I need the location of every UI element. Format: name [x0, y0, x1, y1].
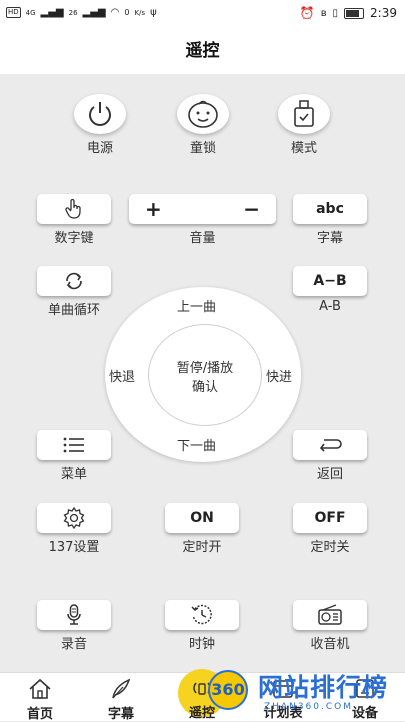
- menu-label: 菜单: [60, 467, 87, 482]
- menu-button[interactable]: [37, 430, 111, 460]
- previous-track-button[interactable]: 上一曲: [177, 296, 216, 315]
- settings-label: 137设置: [48, 540, 100, 555]
- volume-control: + −: [129, 194, 276, 224]
- subtitle-button[interactable]: abc: [293, 194, 367, 224]
- confirm-text: 确认: [191, 380, 218, 395]
- volume-label: 音量: [189, 231, 216, 246]
- timer-on-button[interactable]: ON: [165, 503, 239, 533]
- play-pause-text: 暂停/播放: [176, 361, 234, 376]
- repeat-icon: [66, 272, 82, 290]
- watermark-subtitle: ZHAN360.COM: [264, 702, 353, 712]
- back-label: 返回: [316, 467, 343, 482]
- usb-icon: ψ: [150, 7, 157, 18]
- navigation-wheel: 上一曲 下一曲 快退 快进 暂停/播放 确认: [105, 287, 301, 462]
- alarm-icon: ⏰: [299, 6, 315, 20]
- nav-subtitles-label: 字幕: [107, 707, 134, 722]
- bluetooth-icon: ʙ: [320, 7, 327, 19]
- digit-keys-label: 数字键: [54, 231, 94, 246]
- next-track-button[interactable]: 下一曲: [177, 435, 216, 454]
- fast-forward-button[interactable]: 快进: [266, 366, 292, 385]
- nav-subtitles[interactable]: 字幕: [86, 673, 156, 722]
- page-title: 遥控: [0, 28, 405, 74]
- speed-unit: K/s: [134, 8, 146, 17]
- watermark-badge: 360: [208, 670, 248, 710]
- ab-repeat-button[interactable]: A−B: [293, 266, 367, 296]
- timer-on-label: 定时开: [182, 540, 222, 555]
- clock-icon: [191, 604, 212, 625]
- feather-icon: [112, 678, 131, 699]
- nav-home-label: 首页: [26, 707, 53, 722]
- back-button[interactable]: [293, 430, 367, 460]
- record-button[interactable]: [37, 600, 111, 630]
- status-left: HD 4G ▂▄▆ 26 ▂▄▆ ◠ 0 K/s ψ: [6, 7, 157, 18]
- watermark: 360 网站排行榜 ZHAN360.COM: [208, 664, 405, 720]
- power-label: 电源: [86, 141, 113, 156]
- battery-icon: [344, 7, 365, 19]
- clock-button[interactable]: [165, 600, 239, 630]
- timer-off-button[interactable]: OFF: [293, 503, 367, 533]
- microphone-icon: [67, 604, 81, 625]
- return-arrow-icon: [319, 439, 342, 452]
- child-lock-button[interactable]: [177, 94, 229, 134]
- mode-button[interactable]: [278, 94, 330, 134]
- network-2-label: 26: [68, 8, 78, 17]
- subtitle-label: 字幕: [316, 231, 343, 246]
- settings-button[interactable]: [37, 503, 111, 533]
- signal-icon: ▂▄▆: [40, 7, 64, 18]
- speed-value: 0: [124, 8, 130, 17]
- home-icon: [29, 678, 51, 699]
- radio-button[interactable]: [293, 600, 367, 630]
- child-lock-label: 童锁: [189, 141, 216, 156]
- clock-time: 2:39: [370, 6, 397, 20]
- volume-up-button[interactable]: +: [145, 197, 162, 221]
- timer-off-label: 定时关: [310, 540, 350, 555]
- power-button[interactable]: [74, 94, 126, 134]
- wifi-icon: ◠: [110, 7, 120, 18]
- rewind-button[interactable]: 快退: [109, 366, 135, 385]
- watermark-title: 网站排行榜: [258, 673, 389, 702]
- network-4g-label: 4G: [25, 8, 36, 17]
- radio-label: 收音机: [310, 637, 350, 652]
- usb-drive-icon: [294, 100, 314, 127]
- status-right: ⏰ ʙ ▯ 2:39: [300, 6, 397, 20]
- repeat-one-button[interactable]: [37, 266, 111, 296]
- vibrate-icon: ▯: [332, 7, 339, 19]
- radio-icon: [318, 604, 342, 625]
- hd-badge: HD: [6, 7, 21, 18]
- list-menu-icon: [63, 437, 84, 453]
- nav-home[interactable]: 首页: [5, 673, 75, 722]
- mode-label: 模式: [290, 141, 317, 156]
- record-label: 录音: [60, 637, 87, 652]
- gear-icon: [63, 506, 85, 530]
- signal-icon-2: ▂▄▆: [82, 7, 106, 18]
- baby-face-icon: [188, 100, 218, 128]
- power-icon: [89, 102, 111, 126]
- status-bar: HD 4G ▂▄▆ 26 ▂▄▆ ◠ 0 K/s ψ ⏰ ʙ ▯ 2:39: [0, 0, 405, 28]
- ab-repeat-label: A-B: [319, 299, 341, 314]
- hand-pointer-icon: [65, 198, 81, 219]
- play-pause-confirm-button[interactable]: 暂停/播放 确认: [148, 324, 262, 426]
- digit-keys-button[interactable]: [37, 194, 111, 224]
- repeat-one-label: 单曲循环: [47, 303, 100, 318]
- clock-label: 时钟: [188, 637, 215, 652]
- volume-down-button[interactable]: −: [243, 197, 260, 221]
